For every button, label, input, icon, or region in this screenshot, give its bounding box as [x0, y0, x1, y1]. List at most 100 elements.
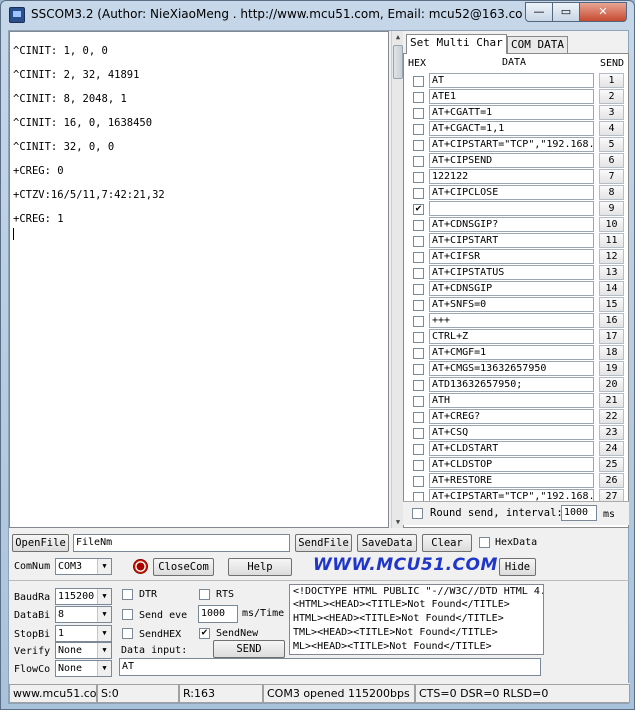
send-row-button[interactable]: 10: [599, 217, 624, 232]
scroll-up-icon[interactable]: ▲: [392, 31, 404, 43]
flow-select[interactable]: None ▼: [55, 660, 112, 677]
send-row-button[interactable]: 21: [599, 393, 624, 408]
command-input[interactable]: 122122: [429, 169, 594, 184]
interval-input[interactable]: 1000: [561, 505, 597, 521]
command-input[interactable]: ATE1: [429, 89, 594, 104]
hex-checkbox[interactable]: [413, 268, 424, 279]
send-row-button[interactable]: 17: [599, 329, 624, 344]
hex-checkbox[interactable]: [413, 428, 424, 439]
verify-select[interactable]: None ▼: [55, 642, 112, 659]
send-row-button[interactable]: 16: [599, 313, 624, 328]
hex-checkbox[interactable]: [413, 412, 424, 423]
hex-checkbox[interactable]: [413, 156, 424, 167]
command-input[interactable]: AT+SNFS=0: [429, 297, 594, 312]
command-input[interactable]: AT+CGACT=1,1: [429, 121, 594, 136]
send-row-button[interactable]: 11: [599, 233, 624, 248]
command-input[interactable]: CTRL+Z: [429, 329, 594, 344]
hex-checkbox[interactable]: [413, 140, 424, 151]
command-input[interactable]: [429, 201, 594, 216]
send-row-button[interactable]: 14: [599, 281, 624, 296]
send-row-button[interactable]: 8: [599, 185, 624, 200]
title-bar[interactable]: SSCOM3.2 (Author: NieXiaoMeng . http://w…: [1, 1, 634, 29]
send-row-button[interactable]: 9: [599, 201, 624, 216]
hex-checkbox[interactable]: [413, 172, 424, 183]
hex-checkbox[interactable]: [413, 364, 424, 375]
hex-checkbox[interactable]: [413, 76, 424, 87]
command-input[interactable]: AT+CIPCLOSE: [429, 185, 594, 200]
hide-button[interactable]: Hide: [499, 558, 536, 576]
command-input[interactable]: AT+CLDSTART: [429, 441, 594, 456]
baud-select[interactable]: 115200 ▼: [55, 588, 112, 605]
send-row-button[interactable]: 25: [599, 457, 624, 472]
send-row-button[interactable]: 19: [599, 361, 624, 376]
hex-checkbox[interactable]: [413, 188, 424, 199]
command-input[interactable]: AT+CIPSEND: [429, 153, 594, 168]
hex-checkbox[interactable]: [413, 220, 424, 231]
send-new-checkbox[interactable]: ✔: [199, 628, 210, 639]
send-row-button[interactable]: 3: [599, 105, 624, 120]
send-row-button[interactable]: 5: [599, 137, 624, 152]
command-input[interactable]: AT+CREG?: [429, 409, 594, 424]
command-input[interactable]: ATD13632657950;: [429, 377, 594, 392]
tab-set-multi-char[interactable]: Set Multi Char: [406, 34, 507, 54]
hex-checkbox[interactable]: [413, 252, 424, 263]
hex-checkbox[interactable]: [413, 92, 424, 103]
hex-checkbox[interactable]: [413, 444, 424, 455]
minimize-button[interactable]: —: [525, 2, 553, 22]
send-row-button[interactable]: 22: [599, 409, 624, 424]
close-button[interactable]: ✕: [579, 2, 627, 22]
clear-button[interactable]: Clear: [422, 534, 472, 552]
command-input[interactable]: AT+CMGF=1: [429, 345, 594, 360]
hex-data-checkbox[interactable]: [479, 537, 490, 548]
comnum-select[interactable]: COM3 ▼: [55, 558, 112, 575]
hex-checkbox[interactable]: ✔: [413, 204, 424, 215]
rts-checkbox[interactable]: [199, 589, 210, 600]
send-row-button[interactable]: 2: [599, 89, 624, 104]
send-row-button[interactable]: 13: [599, 265, 624, 280]
data-input-field[interactable]: AT: [119, 658, 541, 676]
command-input[interactable]: AT+CMGS=13632657950: [429, 361, 594, 376]
send-row-button[interactable]: 23: [599, 425, 624, 440]
hex-checkbox[interactable]: [413, 380, 424, 391]
command-input[interactable]: ATH: [429, 393, 594, 408]
send-file-button[interactable]: SendFile: [295, 534, 352, 552]
command-input[interactable]: AT+CDNSGIP: [429, 281, 594, 296]
send-row-button[interactable]: 15: [599, 297, 624, 312]
command-input[interactable]: AT+CIPSTART: [429, 233, 594, 248]
period-input[interactable]: 1000: [198, 605, 238, 623]
command-input[interactable]: AT+CIFSR: [429, 249, 594, 264]
send-every-checkbox[interactable]: [122, 609, 133, 620]
command-input[interactable]: AT+CDNSGIP?: [429, 217, 594, 232]
command-input[interactable]: AT: [429, 73, 594, 88]
hex-checkbox[interactable]: [413, 316, 424, 327]
dtr-checkbox[interactable]: [122, 589, 133, 600]
scroll-thumb[interactable]: [393, 45, 403, 79]
send-row-button[interactable]: 20: [599, 377, 624, 392]
hex-checkbox[interactable]: [413, 300, 424, 311]
hex-checkbox[interactable]: [413, 476, 424, 487]
command-input[interactable]: AT+CLDSTOP: [429, 457, 594, 472]
receive-area[interactable]: ^CINIT: 1, 0, 0 ^CINIT: 2, 32, 41891 ^CI…: [9, 31, 389, 528]
send-button[interactable]: SEND: [213, 640, 285, 658]
databits-select[interactable]: 8 ▼: [55, 606, 112, 623]
help-button[interactable]: Help: [228, 558, 292, 576]
round-send-checkbox[interactable]: [412, 508, 423, 519]
send-row-button[interactable]: 12: [599, 249, 624, 264]
command-input[interactable]: AT+CGATT=1: [429, 105, 594, 120]
hex-checkbox[interactable]: [413, 236, 424, 247]
send-row-button[interactable]: 26: [599, 473, 624, 488]
hex-checkbox[interactable]: [413, 332, 424, 343]
hex-checkbox[interactable]: [413, 348, 424, 359]
send-row-button[interactable]: 4: [599, 121, 624, 136]
send-row-button[interactable]: 7: [599, 169, 624, 184]
command-input[interactable]: +++: [429, 313, 594, 328]
receive-scrollbar[interactable]: ▲ ▼: [391, 31, 403, 528]
hex-checkbox[interactable]: [413, 124, 424, 135]
close-com-button[interactable]: CloseCom: [153, 558, 214, 576]
file-name-field[interactable]: FileNm: [73, 534, 290, 552]
hex-checkbox[interactable]: [413, 284, 424, 295]
send-hex-checkbox[interactable]: [122, 628, 133, 639]
send-row-button[interactable]: 24: [599, 441, 624, 456]
send-row-button[interactable]: 1: [599, 73, 624, 88]
command-input[interactable]: AT+CSQ: [429, 425, 594, 440]
